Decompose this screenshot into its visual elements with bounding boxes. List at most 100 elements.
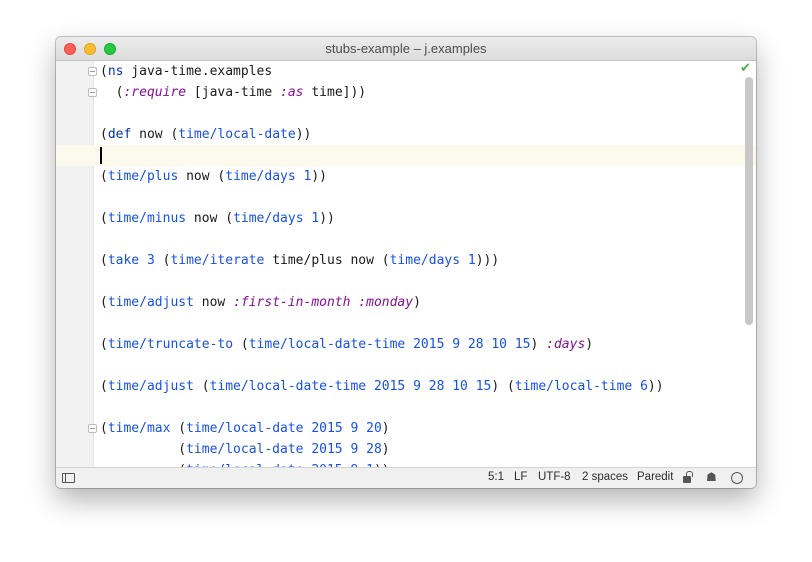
- code-token: ): [381, 421, 390, 436]
- code-token: time/local-time: [514, 379, 633, 394]
- code-token: (: [154, 253, 171, 268]
- code-token: (: [100, 169, 108, 184]
- code-token: time/truncate-to: [107, 337, 234, 352]
- code-line[interactable]: [56, 187, 756, 208]
- code-line[interactable]: [56, 271, 756, 292]
- code-token: time/local-date-time: [248, 337, 406, 352]
- code-line[interactable]: (take 3 (time/iterate time/plus now (tim…: [56, 250, 756, 271]
- code-token: ): [381, 442, 390, 457]
- code-text: (time/adjust (time/local-date-time 2015 …: [100, 376, 664, 397]
- code-token: (: [100, 211, 108, 226]
- code-token: )): [319, 211, 335, 226]
- paredit-mode[interactable]: Paredit: [637, 471, 673, 483]
- code-line[interactable]: (time/local-date 2015 9 28): [56, 439, 756, 460]
- code-token: time/plus: [107, 169, 179, 184]
- code-token: time/minus: [107, 211, 187, 226]
- vertical-scrollbar[interactable]: [745, 77, 753, 325]
- code-editor[interactable]: (ns java-time.examples (:require [java-t…: [56, 61, 756, 467]
- code-token: time/local-date-time: [209, 379, 367, 394]
- code-line[interactable]: (def now (time/local-date)): [56, 124, 756, 145]
- code-token: time/days: [389, 253, 461, 268]
- code-text: (time/adjust now :first-in-month :monday…: [100, 292, 421, 313]
- code-line[interactable]: (time/local-date 2015 9 1)): [56, 460, 756, 467]
- code-token: java-time.examples: [123, 64, 273, 79]
- code-line[interactable]: [56, 229, 756, 250]
- code-line[interactable]: (:require [java-time :as time])): [56, 82, 756, 103]
- code-line[interactable]: (time/max (time/local-date 2015 9 20): [56, 418, 756, 439]
- code-token: ) (: [491, 379, 515, 394]
- code-token: take: [107, 253, 140, 268]
- code-token: :as: [280, 85, 304, 100]
- code-token: 6: [640, 379, 648, 394]
- code-token: (: [100, 337, 108, 352]
- panel-toggle-icon[interactable]: [62, 473, 75, 483]
- code-token: (: [100, 85, 124, 100]
- code-token: time/days: [225, 169, 296, 184]
- code-token: (: [100, 295, 108, 310]
- line-separator[interactable]: LF: [514, 471, 527, 483]
- code-token: time])): [303, 85, 367, 100]
- code-line[interactable]: [56, 103, 756, 124]
- current-line[interactable]: [56, 145, 756, 166]
- code-token: (: [233, 337, 249, 352]
- text-caret: [100, 147, 102, 164]
- fold-toggle-icon[interactable]: [88, 88, 97, 97]
- code-token: ))): [475, 253, 500, 268]
- code-token: time/iterate: [170, 253, 265, 268]
- fold-toggle-icon[interactable]: [88, 67, 97, 76]
- code-token: (: [100, 379, 108, 394]
- code-token: :require: [123, 85, 187, 100]
- code-text: (time/local-date 2015 9 1)): [100, 460, 389, 467]
- ide-window: stubs-example – j.examples (ns java-time…: [56, 37, 756, 488]
- code-line[interactable]: (ns java-time.examples: [56, 61, 756, 82]
- code-line[interactable]: (time/plus now (time/days 1)): [56, 166, 756, 187]
- code-line[interactable]: [56, 397, 756, 418]
- code-token: 2015 9 20: [311, 421, 382, 436]
- code-text: (time/local-date 2015 9 28): [100, 439, 390, 460]
- code-token: time/max: [107, 421, 171, 436]
- speech-bubble-icon[interactable]: [731, 472, 743, 484]
- status-bar: 5:1 LF UTF-8 2 spaces Paredit ☗: [56, 467, 756, 488]
- code-token: 3: [146, 253, 155, 268]
- code-token: 2015 9 28 10 15: [413, 337, 531, 352]
- code-token: 2015 9 28 10 15: [373, 379, 492, 394]
- code-line[interactable]: (time/truncate-to (time/local-date-time …: [56, 334, 756, 355]
- code-token: ns: [107, 64, 124, 79]
- inspector-icon[interactable]: ☗: [706, 470, 717, 484]
- caret-position[interactable]: 5:1: [488, 471, 504, 483]
- code-token: 2015 9 28: [311, 442, 382, 457]
- fold-toggle-icon[interactable]: [88, 424, 97, 433]
- code-token: time/local-date: [186, 442, 304, 457]
- code-token: now (: [186, 211, 234, 226]
- title-bar[interactable]: stubs-example – j.examples: [56, 37, 756, 61]
- code-line[interactable]: [56, 355, 756, 376]
- code-token: )): [647, 379, 664, 394]
- window-title: stubs-example – j.examples: [325, 41, 487, 56]
- code-token: def: [107, 127, 132, 142]
- code-token: (: [100, 442, 187, 457]
- code-token: ): [530, 337, 547, 352]
- code-token: (: [170, 421, 187, 436]
- code-line[interactable]: (time/minus now (time/days 1)): [56, 208, 756, 229]
- code-token: (: [100, 127, 108, 142]
- file-encoding[interactable]: UTF-8: [538, 471, 571, 483]
- code-line[interactable]: (time/adjust (time/local-date-time 2015 …: [56, 376, 756, 397]
- checkmark-icon[interactable]: ✔: [740, 61, 751, 76]
- code-token: (: [100, 64, 108, 79]
- indent-setting[interactable]: 2 spaces: [582, 471, 628, 483]
- code-text: (time/truncate-to (time/local-date-time …: [100, 334, 593, 355]
- lock-icon[interactable]: [683, 476, 691, 483]
- code-token: :first-in-month: [233, 295, 351, 310]
- code-text: (take 3 (time/iterate time/plus now (tim…: [100, 250, 499, 271]
- code-token: time/adjust: [107, 379, 194, 394]
- code-text: (time/plus now (time/days 1)): [100, 166, 327, 187]
- code-line[interactable]: (time/adjust now :first-in-month :monday…: [56, 292, 756, 313]
- code-token: 1: [311, 211, 320, 226]
- code-line[interactable]: [56, 313, 756, 334]
- code-token: )): [311, 169, 328, 184]
- code-token: ): [585, 337, 594, 352]
